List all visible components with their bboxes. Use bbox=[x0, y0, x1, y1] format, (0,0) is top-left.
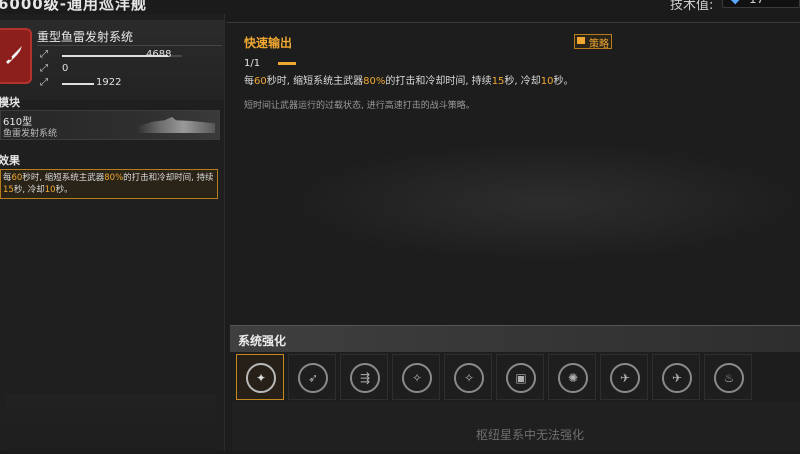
tech-value-box: ◆ 17 bbox=[722, 0, 800, 8]
stat-row-range: ⤢ 1922 bbox=[40, 77, 220, 90]
skill-title: 快速输出 bbox=[244, 36, 293, 50]
flame-icon: ♨ bbox=[714, 363, 744, 393]
enhancement-slot[interactable]: ✺ bbox=[548, 354, 596, 400]
strategy-badge: 策略 bbox=[574, 34, 612, 50]
torpedo-weapon-icon bbox=[0, 28, 32, 84]
text-segment: 秒。 bbox=[55, 185, 73, 195]
module-subtitle: 鱼雷发射系统 bbox=[3, 129, 58, 139]
torpedo-launcher-icon: ✦ bbox=[246, 363, 276, 393]
highlight-value: 60 bbox=[11, 173, 23, 183]
ship-title: 6000级-通用巡洋舰 bbox=[0, 0, 147, 13]
highlight-value: 15 bbox=[491, 76, 505, 87]
enhancement-slot[interactable]: ▣ bbox=[496, 354, 544, 400]
drone-alt-icon: ✈ bbox=[662, 363, 692, 393]
text-segment: 秒, 冷却 bbox=[504, 76, 541, 87]
top-bar: 6000级-通用巡洋舰 技术值: ◆ 17 bbox=[0, 0, 800, 14]
skill-level-bar bbox=[278, 62, 296, 65]
effect-text: 每60秒时, 缩短系统主武器80%的打击和冷却时间, 持续 15秒, 冷却10秒。 bbox=[3, 172, 215, 196]
strategy-badge-label: 策略 bbox=[589, 39, 609, 50]
highlight-value: 10 bbox=[44, 185, 56, 195]
highlight-value: 10 bbox=[540, 76, 554, 87]
background-ship-list bbox=[6, 394, 216, 454]
enhancement-notice-area: 枢纽星系中无法强化 bbox=[232, 402, 800, 451]
tech-icon: ◆ bbox=[731, 0, 739, 6]
effect-section-label: 效果 bbox=[0, 154, 20, 167]
text-segment: 每 bbox=[244, 76, 254, 87]
text-segment: 秒。 bbox=[553, 76, 574, 87]
highlight-value: 80% bbox=[363, 76, 386, 87]
weapon-detail-panel: 重型鱼雷发射系统 ⤢ 4688 ⤢ 0 ⤢ 1922 模块 610型 鱼雷发射系… bbox=[0, 14, 225, 454]
module-section-label: 模块 bbox=[0, 96, 20, 109]
tech-value-label: 技术值: bbox=[670, 0, 714, 13]
effect-box: 每60秒时, 缩短系统主武器80%的打击和冷却时间, 持续 15秒, 冷却10秒。 bbox=[0, 169, 218, 199]
skill-description: 每60秒时, 缩短系统主武器80%的打击和冷却时间, 持续15秒, 冷却10秒。 bbox=[244, 72, 574, 87]
armor-icon: ⤢ bbox=[40, 63, 48, 74]
enhancement-slot[interactable]: ⇶ bbox=[340, 354, 388, 400]
background-ship-image bbox=[286, 142, 800, 262]
stat-row-damage: ⤢ 4688 bbox=[40, 49, 220, 62]
text-segment: 每 bbox=[3, 173, 12, 183]
triple-missile-icon: ⇶ bbox=[350, 363, 380, 393]
highlight-value: 60 bbox=[254, 76, 267, 87]
enhancement-slot[interactable]: ♨ bbox=[704, 354, 752, 400]
stat-value-damage: 4688 bbox=[146, 49, 172, 60]
enhancement-notice: 枢纽星系中无法强化 bbox=[476, 428, 585, 442]
stat-value-armor: 0 bbox=[62, 63, 69, 74]
enhancement-slot[interactable]: ➶ bbox=[288, 354, 336, 400]
skill-level: 1/1 bbox=[244, 58, 261, 69]
text-segment: 秒时, 缩短系统主武器 bbox=[22, 173, 105, 183]
divider bbox=[226, 22, 800, 23]
twin-missile-icon: ➶ bbox=[298, 363, 328, 393]
enhancement-slot-row: ✦ ➶ ⇶ ✧ ✧ ▣ ✺ ✈ ✈ ♨ bbox=[236, 354, 800, 400]
enhancement-header: 系统强化 bbox=[230, 325, 800, 352]
tech-value: 17 bbox=[749, 0, 764, 6]
enhancement-slot[interactable]: ✈ bbox=[652, 354, 700, 400]
module-ship-image bbox=[137, 117, 215, 133]
enhancement-slot[interactable]: ✦ bbox=[236, 354, 284, 400]
enhancement-slot[interactable]: ✧ bbox=[444, 354, 492, 400]
stat-row-armor: ⤢ 0 bbox=[40, 63, 220, 76]
weapon-card[interactable]: 重型鱼雷发射系统 ⤢ 4688 ⤢ 0 ⤢ 1922 bbox=[0, 20, 224, 100]
divider bbox=[37, 45, 222, 46]
torpedo-icon: ✧ bbox=[402, 363, 432, 393]
enhancement-slot[interactable]: ✧ bbox=[392, 354, 440, 400]
crest-icon: ✺ bbox=[558, 363, 588, 393]
damage-icon: ⤢ bbox=[40, 49, 48, 60]
text-segment: 的打击和冷却时间, 持续 bbox=[123, 173, 214, 183]
stat-value-range: 1922 bbox=[96, 77, 122, 88]
text-segment: 秒时, 缩短系统主武器 bbox=[266, 76, 364, 87]
highlight-value: 15 bbox=[3, 185, 14, 195]
weapon-name: 重型鱼雷发射系统 bbox=[37, 30, 134, 44]
stat-bar-range bbox=[62, 83, 94, 85]
module-chip-icon: ▣ bbox=[506, 363, 536, 393]
module-card[interactable]: 610型 鱼雷发射系统 bbox=[0, 110, 220, 140]
range-icon: ⤢ bbox=[40, 77, 48, 88]
highlight-value: 80% bbox=[104, 173, 124, 183]
strategy-icon bbox=[577, 37, 585, 44]
torpedo-alt-icon: ✧ bbox=[454, 363, 484, 393]
enhancement-slot[interactable]: ✈ bbox=[600, 354, 648, 400]
text-segment: 秒, 冷却 bbox=[13, 185, 45, 195]
text-segment: 的打击和冷却时间, 持续 bbox=[385, 76, 492, 87]
skill-lore: 短时间让武器运行的过载状态, 进行高速打击的战斗策略。 bbox=[244, 101, 475, 111]
enhancement-title: 系统强化 bbox=[238, 334, 287, 348]
drone-icon: ✈ bbox=[610, 363, 640, 393]
